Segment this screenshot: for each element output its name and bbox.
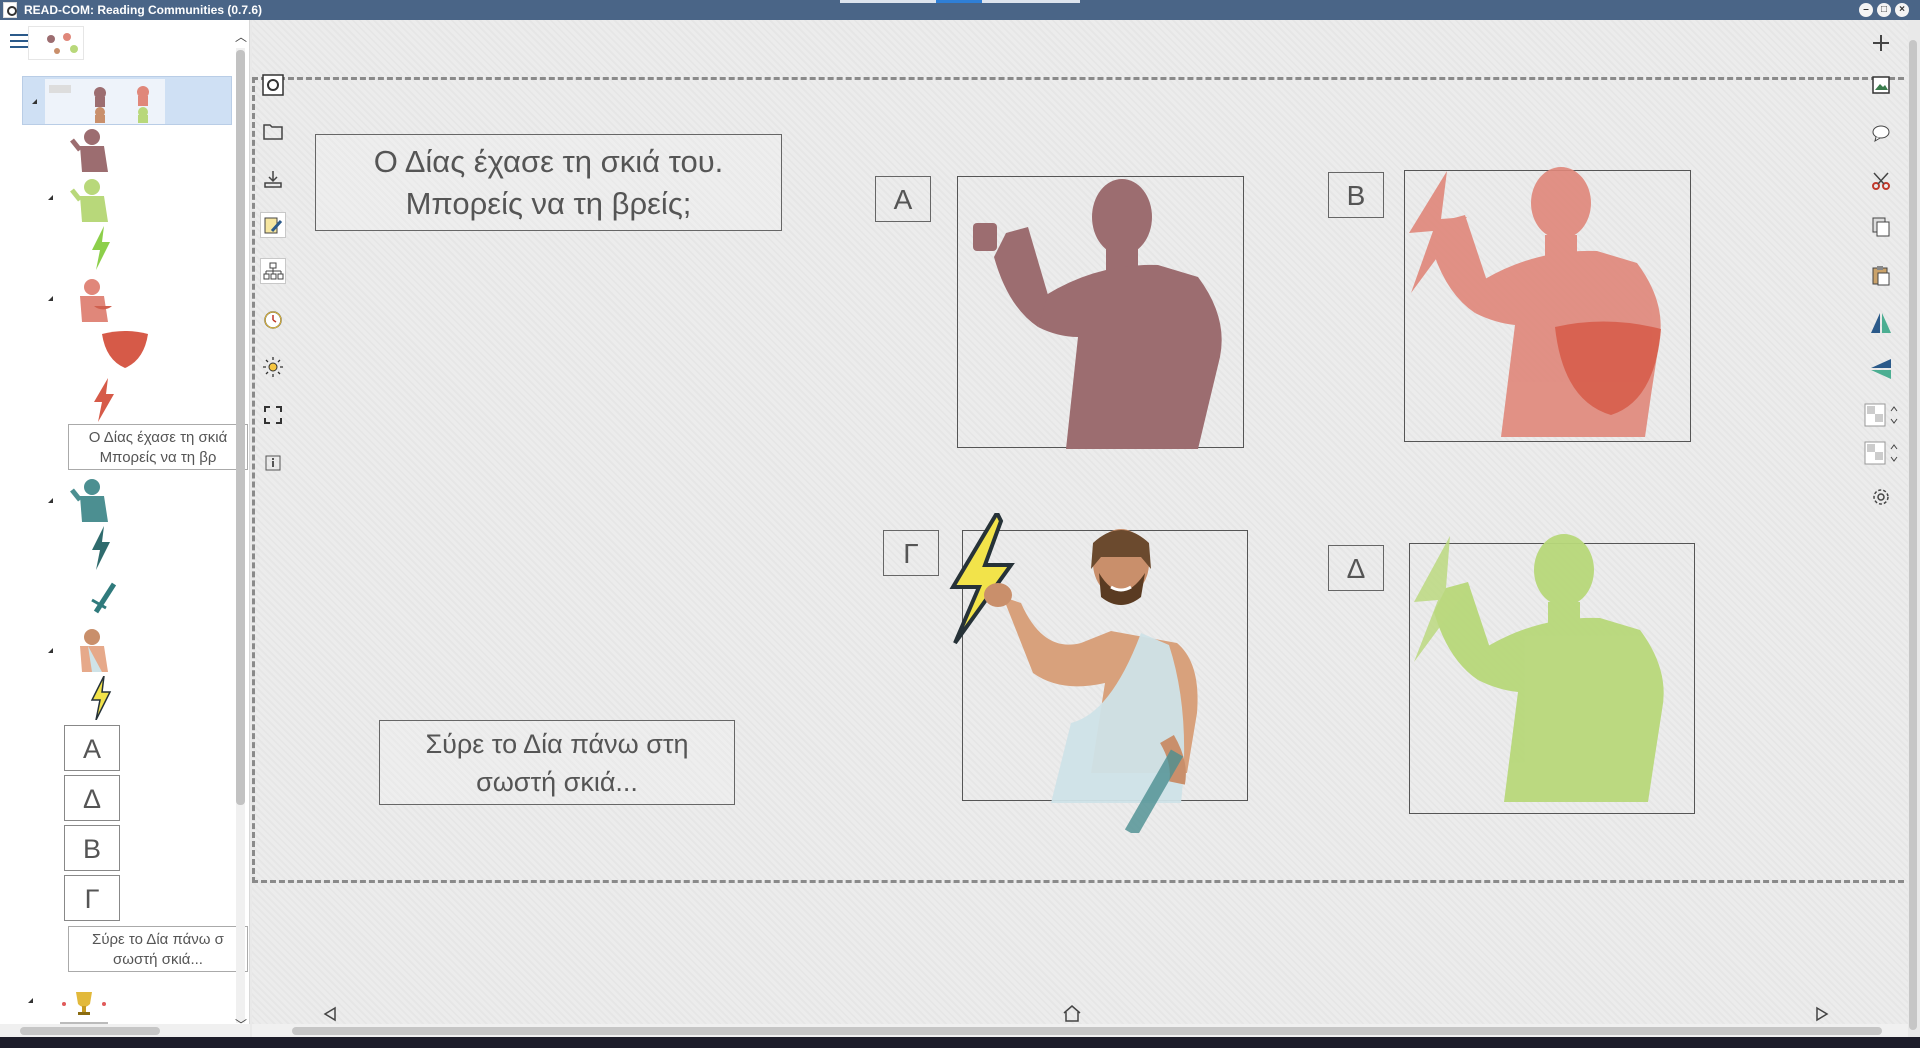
instruction-textbox[interactable]: Σύρε το Δία πάνω στη σωστή σκιά... (379, 720, 735, 805)
canvas-horizontal-scrollbar[interactable] (252, 1024, 1908, 1037)
sidebar-vertical-scrollbar[interactable]: ︿ ﹀ (232, 28, 248, 1032)
shadow-option-beta[interactable] (1404, 167, 1691, 442)
timer-icon[interactable] (260, 306, 286, 332)
sidebar-text-instruction[interactable]: Σύρε το Δία πάνω σ σωστή σκιά... (68, 926, 248, 972)
shadow-option-alpha[interactable] (957, 176, 1244, 449)
taskbar (0, 1037, 1920, 1048)
zeus-figure-icon[interactable] (64, 626, 116, 672)
page-thumbnail[interactable] (28, 26, 84, 60)
cut-icon[interactable] (1866, 166, 1896, 196)
zeus-figure (949, 513, 1198, 833)
sidebar-letter-delta[interactable]: Δ (64, 775, 120, 821)
dagger-teal-icon[interactable] (88, 580, 120, 620)
shadow-figure-brown (973, 179, 1222, 449)
title-bar: READ-COM: Reading Communities (0.7.6) – … (0, 0, 1920, 20)
lightning-red-icon[interactable] (90, 378, 118, 422)
opacity-control[interactable] (1864, 400, 1900, 430)
open-folder-icon[interactable] (260, 118, 286, 144)
sidebar-horizontal-scrollbar[interactable] (0, 1024, 250, 1037)
settings-icon[interactable] (1866, 482, 1896, 512)
shadow-figure-teal-icon[interactable] (64, 476, 116, 522)
zeus-figure-image[interactable] (949, 513, 1248, 833)
sidebar-letter-alpha[interactable]: Α (64, 725, 120, 771)
page-thumbnail-icon (45, 79, 165, 124)
paste-icon[interactable] (1866, 260, 1896, 290)
flip-vertical-icon[interactable] (1866, 354, 1896, 384)
sidebar-letter-beta[interactable]: Β (64, 825, 120, 871)
menu-icon[interactable] (10, 34, 28, 50)
shadow-option-delta[interactable] (1409, 534, 1695, 814)
maximize-button[interactable]: □ (1877, 3, 1891, 17)
question-textbox[interactable]: Ο Δίας έχασε τη σκιά του. Μπορείς να τη … (315, 134, 782, 231)
hierarchy-icon[interactable] (260, 258, 286, 284)
selected-page-row[interactable] (22, 76, 232, 125)
shadow-figure-green-icon[interactable] (64, 176, 116, 222)
close-button[interactable]: × (1895, 3, 1909, 17)
shadow-figure-red (1409, 167, 1661, 437)
minimize-button[interactable]: – (1859, 3, 1873, 17)
lightning-green-icon[interactable] (88, 226, 114, 270)
lightning-yellow-icon[interactable] (88, 676, 114, 720)
canvas-vertical-scrollbar[interactable] (1906, 22, 1920, 1030)
add-icon[interactable] (1866, 28, 1896, 58)
option-label-delta[interactable]: Δ (1328, 545, 1384, 591)
shadow-figure-green (1414, 534, 1664, 802)
transparency-control[interactable] (1864, 438, 1900, 468)
tab-indicator (840, 0, 1080, 3)
info-icon[interactable] (260, 450, 286, 476)
sidebar-letter-gamma[interactable]: Γ (64, 875, 120, 921)
shadow-figure-red-icon[interactable] (64, 276, 116, 322)
page-tree-sidebar: Ο Δίας έχασε τη σκιά Μπορείς να τη βρ Α … (0, 20, 250, 1037)
app-icon (3, 2, 17, 18)
option-label-gamma[interactable]: Γ (883, 530, 939, 576)
shadow-figure-brown-icon[interactable] (64, 126, 116, 172)
trophy-page-icon[interactable] (56, 986, 112, 1028)
sidebar-text-question[interactable]: Ο Δίας έχασε τη σκιά Μπορείς να τη βρ (68, 424, 248, 470)
comment-icon[interactable] (1866, 118, 1896, 148)
flip-horizontal-icon[interactable] (1866, 308, 1896, 338)
copy-icon[interactable] (1866, 212, 1896, 242)
option-label-alpha[interactable]: Α (875, 176, 931, 222)
brightness-icon[interactable] (260, 354, 286, 380)
fullscreen-icon[interactable] (260, 402, 286, 428)
window-title: READ-COM: Reading Communities (0.7.6) (24, 3, 263, 17)
download-icon[interactable] (260, 166, 286, 192)
shield-red-icon[interactable] (100, 330, 150, 370)
image-icon[interactable] (1866, 70, 1896, 100)
lightning-teal-icon[interactable] (88, 526, 114, 570)
edit-icon[interactable] (260, 212, 286, 238)
logo-icon[interactable] (260, 72, 286, 98)
